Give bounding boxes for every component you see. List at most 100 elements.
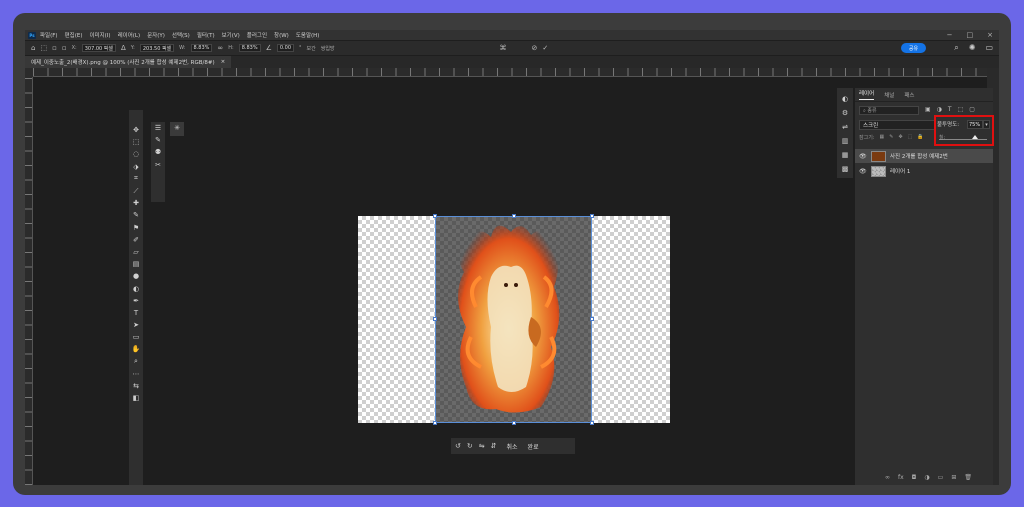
layer-mask-icon[interactable]: ◘	[912, 474, 917, 481]
hand-tool-icon[interactable]: ✋	[129, 343, 143, 355]
layer-filter-kind[interactable]: ⌕ 종류	[859, 106, 919, 115]
discover-icon[interactable]: ✺	[969, 43, 976, 53]
transform-handle-tc[interactable]	[512, 214, 516, 218]
minimize-icon[interactable]: −	[947, 31, 953, 39]
transform-tool-icon[interactable]: ⬚	[40, 44, 47, 52]
libraries-panel-icon[interactable]: ▥	[837, 134, 853, 148]
zoom-tool-icon[interactable]: ⌕	[129, 356, 143, 368]
visibility-eye-icon[interactable]: 👁	[859, 153, 867, 160]
menu-edit[interactable]: 편집(E)	[65, 31, 83, 39]
gradient-tool-icon[interactable]: ▤	[129, 258, 143, 270]
commit-transform-icon[interactable]: ✓	[542, 44, 548, 52]
swatches-panel-icon[interactable]: ▦	[837, 148, 853, 162]
redo-icon[interactable]: ↻	[467, 442, 473, 450]
new-layer-icon[interactable]: ⊞	[951, 474, 956, 481]
sparkle-icon[interactable]: ✳	[170, 122, 184, 134]
tab-paths[interactable]: 패스	[904, 91, 914, 99]
delete-layer-icon[interactable]: 🗑	[964, 474, 972, 481]
lock-artboard-icon[interactable]: ⬚	[908, 134, 913, 141]
menu-help[interactable]: 도움말(H)	[296, 31, 320, 39]
undo-icon[interactable]: ↺	[455, 442, 461, 450]
visibility-eye-icon[interactable]: 👁	[859, 168, 867, 175]
menu-plugins[interactable]: 플러그인	[247, 31, 267, 39]
brush-tool-icon[interactable]: ✎	[129, 209, 143, 221]
properties-panel-icon[interactable]: ⚙	[837, 106, 853, 120]
flip-vertical-icon[interactable]: ⇵	[491, 442, 497, 450]
tab-layers[interactable]: 레이어	[859, 89, 875, 100]
tab-channels[interactable]: 채널	[884, 91, 894, 99]
pen-tool-icon[interactable]: ✒	[129, 295, 143, 307]
lasso-tool-icon[interactable]: ◌	[129, 148, 143, 160]
y-field[interactable]: 203.50 픽셀	[139, 44, 175, 52]
blur-tool-icon[interactable]: ●	[129, 270, 143, 282]
cancel-transform-icon[interactable]: ⊘	[532, 44, 538, 52]
lock-all-icon[interactable]: 🔒	[917, 134, 923, 141]
maximize-icon[interactable]: □	[967, 31, 974, 39]
height-field[interactable]: 8.83%	[238, 44, 261, 52]
pixel-filter-icon[interactable]: ▣	[925, 106, 931, 113]
type-tool-icon[interactable]: T	[129, 307, 143, 319]
marquee-tool-icon[interactable]: ⬚	[129, 136, 143, 148]
x-field[interactable]: 307.00 픽셀	[81, 44, 116, 52]
workspace-icon[interactable]: ▭	[985, 43, 993, 53]
document-tab-close-icon[interactable]: ×	[221, 59, 226, 65]
angle-field[interactable]: 0.00	[276, 44, 295, 52]
menu-type[interactable]: 문자(Y)	[147, 31, 165, 39]
menu-select[interactable]: 선택(S)	[172, 31, 190, 39]
adjustment-filter-icon[interactable]: ◑	[937, 106, 942, 113]
transform-handle-tl[interactable]	[433, 214, 437, 218]
close-icon[interactable]: ×	[987, 31, 993, 39]
scissors-icon[interactable]: ✂	[151, 159, 165, 171]
menu-filter[interactable]: 필터(T)	[197, 31, 215, 39]
document-tab[interactable]: 예제_이중노출_2(배경X).png @ 100% (사진 2개를 합성 예제2…	[25, 56, 232, 68]
path-select-tool-icon[interactable]: ➤	[129, 319, 143, 331]
more-tools-icon[interactable]: ⋯	[129, 368, 143, 380]
vertical-ruler[interactable]	[25, 77, 33, 485]
share-button[interactable]: 공유	[901, 43, 926, 53]
cancel-button[interactable]: 취소	[507, 442, 518, 451]
menu-view[interactable]: 보기(V)	[222, 31, 240, 39]
lock-transparent-icon[interactable]: ▦	[880, 134, 885, 141]
smart-object-filter-icon[interactable]: ▢	[969, 106, 975, 113]
home-icon[interactable]: ⌂	[31, 44, 35, 52]
search-icon[interactable]: ⌕	[954, 43, 958, 53]
menu-window[interactable]: 창(W)	[274, 31, 289, 39]
dodge-tool-icon[interactable]: ◐	[129, 282, 143, 294]
clone-source-icon[interactable]: ⚉	[151, 146, 165, 158]
transform-handle-bc[interactable]	[512, 421, 516, 425]
link-layers-icon[interactable]: ∞	[885, 474, 890, 481]
done-button[interactable]: 완료	[528, 442, 539, 451]
shape-filter-icon[interactable]: ⬚	[958, 106, 964, 113]
layer-row[interactable]: 👁 사진 2개를 합성 예제2번	[855, 149, 993, 163]
eraser-tool-icon[interactable]: ▱	[129, 246, 143, 258]
new-group-icon[interactable]: ▭	[938, 474, 944, 481]
layer-row[interactable]: 👁 레이어 1	[855, 164, 993, 178]
type-filter-icon[interactable]: T	[948, 106, 952, 113]
move-tool-icon[interactable]: ✥	[129, 124, 143, 136]
menu-file[interactable]: 파일(F)	[40, 31, 58, 39]
history-brush-tool-icon[interactable]: ✐	[129, 234, 143, 246]
horizontal-ruler[interactable]	[33, 68, 987, 77]
transform-handle-tr[interactable]	[590, 214, 594, 218]
link-icon[interactable]: ∞	[217, 44, 223, 52]
transform-selection[interactable]	[435, 216, 592, 423]
menu-layer[interactable]: 레이어(L)	[118, 31, 141, 39]
transform-handle-bl[interactable]	[433, 421, 437, 425]
menu-image[interactable]: 이미지(I)	[89, 31, 110, 39]
object-select-tool-icon[interactable]: ⬗	[129, 161, 143, 173]
crop-tool-icon[interactable]: ⌗	[129, 173, 143, 185]
healing-brush-tool-icon[interactable]: ✚	[129, 197, 143, 209]
history-panel-icon[interactable]: ☰	[151, 122, 165, 134]
interpolation-select[interactable]: 쌍입방	[321, 45, 335, 52]
patterns-panel-icon[interactable]: ▩	[837, 162, 853, 176]
blend-mode-select[interactable]: 스크린	[859, 120, 935, 130]
color-swap-icon[interactable]: ⇆	[129, 380, 143, 392]
clone-stamp-tool-icon[interactable]: ⚑	[129, 222, 143, 234]
adjustments-panel-icon[interactable]: ⇌	[837, 120, 853, 134]
reference-point-icon[interactable]: ▫	[52, 44, 57, 52]
brush-settings-icon[interactable]: ✎	[151, 134, 165, 146]
lock-position-icon[interactable]: ✥	[898, 134, 902, 141]
eyedropper-tool-icon[interactable]: ⟋	[129, 185, 143, 197]
reference-point-grid-icon[interactable]: ▫	[62, 44, 67, 52]
delta-icon[interactable]: Δ	[121, 44, 126, 52]
